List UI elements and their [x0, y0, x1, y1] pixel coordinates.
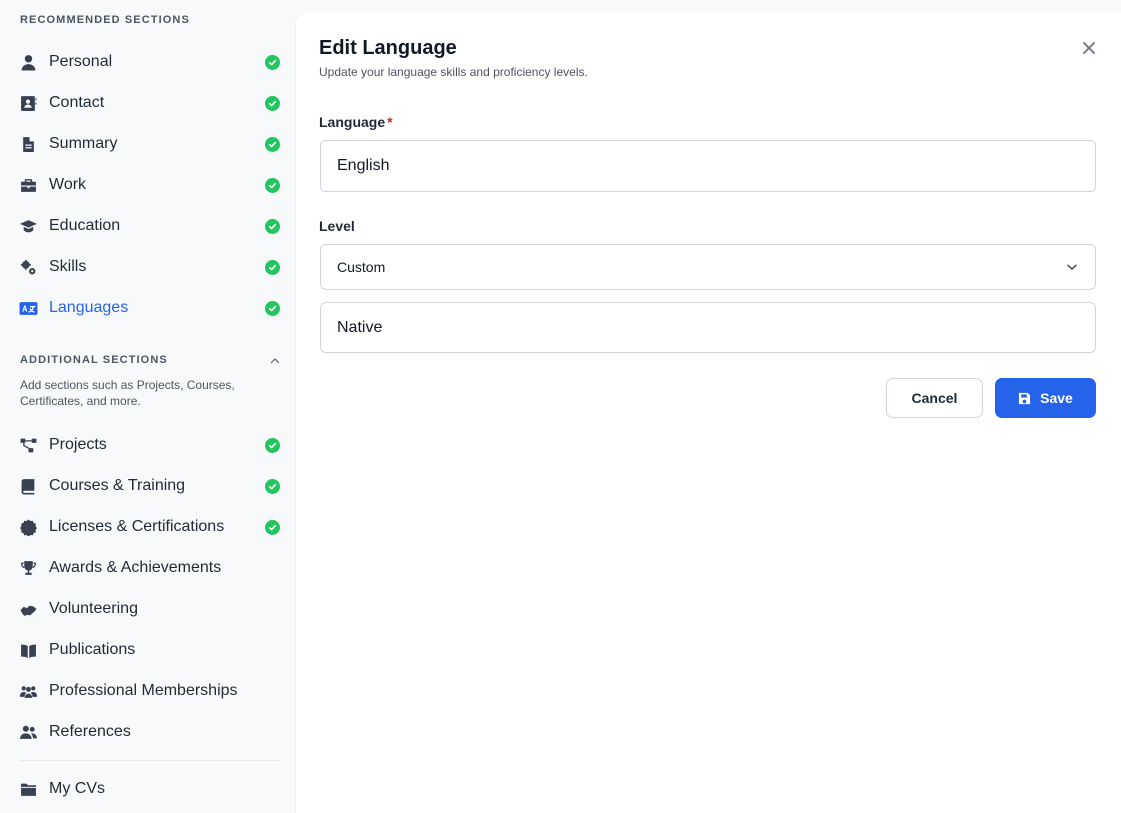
chevron-up-icon[interactable]	[268, 354, 282, 368]
sidebar-item-education[interactable]: Education	[18, 208, 282, 244]
sidebar-item-label: Summary	[49, 135, 118, 152]
sidebar-item-label: Skills	[49, 258, 87, 275]
level-select[interactable]: Custom	[320, 244, 1096, 290]
app-root: RECOMMENDED SECTIONS Personal Contact Su…	[0, 0, 1121, 813]
sidebar-item-my-cvs[interactable]: My CVs	[18, 771, 282, 807]
save-button-label: Save	[1040, 390, 1073, 406]
sidebar-item-label: Publications	[49, 641, 136, 658]
sidebar-item-skills[interactable]: Skills	[18, 249, 282, 285]
diagram-icon	[18, 435, 38, 455]
sidebar-item-personal[interactable]: Personal	[18, 44, 282, 80]
close-icon[interactable]	[1080, 39, 1098, 57]
open-book-icon	[18, 640, 38, 660]
edit-language-panel: Edit Language Update your language skill…	[296, 13, 1121, 813]
graduation-cap-icon	[18, 216, 38, 236]
certificate-icon	[18, 517, 38, 537]
sidebar-item-label: My CVs	[49, 780, 105, 797]
sidebar-item-volunteering[interactable]: Volunteering	[18, 591, 282, 627]
sidebar: RECOMMENDED SECTIONS Personal Contact Su…	[0, 0, 296, 813]
sidebar-item-label: Awards & Achievements	[49, 559, 222, 576]
sidebar-divider	[20, 760, 280, 761]
level-select-value: Custom	[337, 259, 386, 275]
language-input[interactable]	[320, 140, 1096, 192]
save-icon	[1019, 392, 1031, 404]
completed-check-icon	[265, 300, 280, 316]
completed-check-icon	[265, 95, 280, 111]
sidebar-item-summary[interactable]: Summary	[18, 126, 282, 162]
chevron-down-icon	[1065, 260, 1079, 274]
document-icon	[18, 134, 38, 154]
additional-sections-heading: ADDITIONAL SECTIONS	[20, 354, 168, 366]
language-icon	[18, 298, 38, 318]
completed-check-icon	[265, 136, 280, 152]
completed-check-icon	[265, 437, 280, 453]
sidebar-item-label: Contact	[49, 94, 105, 111]
sidebar-item-professional-memberships[interactable]: Professional Memberships	[18, 673, 282, 709]
people-group-icon	[18, 681, 38, 701]
contact-card-icon	[18, 93, 38, 113]
recommended-sections-heading: RECOMMENDED SECTIONS	[20, 14, 190, 26]
sidebar-item-languages[interactable]: Languages	[18, 290, 282, 326]
sidebar-item-work[interactable]: Work	[18, 167, 282, 203]
user-icon	[18, 52, 38, 72]
sidebar-item-publications[interactable]: Publications	[18, 632, 282, 668]
sidebar-item-label: Projects	[49, 436, 107, 453]
completed-check-icon	[265, 218, 280, 234]
sidebar-item-label: Courses & Training	[49, 477, 186, 494]
sidebar-item-references[interactable]: References	[18, 714, 282, 750]
language-field-label: Language *	[319, 114, 393, 130]
folder-icon	[18, 779, 38, 799]
sidebar-item-contact[interactable]: Contact	[18, 85, 282, 121]
completed-check-icon	[265, 478, 280, 494]
sidebar-item-projects[interactable]: Projects	[18, 427, 282, 463]
sidebar-item-label: Professional Memberships	[49, 682, 238, 699]
custom-level-input[interactable]	[320, 302, 1096, 353]
sidebar-item-label: Education	[49, 217, 121, 234]
sidebar-item-label: Work	[49, 176, 87, 193]
language-label-text: Language	[319, 114, 386, 130]
completed-check-icon	[265, 177, 280, 193]
gears-icon	[18, 257, 38, 277]
trophy-icon	[18, 558, 38, 578]
sidebar-item-courses-training[interactable]: Courses & Training	[18, 468, 282, 504]
book-icon	[18, 476, 38, 496]
sidebar-item-awards-achievements[interactable]: Awards & Achievements	[18, 550, 282, 586]
users-icon	[18, 722, 38, 742]
page-title: Edit Language	[319, 37, 457, 59]
sidebar-item-label: Languages	[49, 299, 129, 316]
level-field-label: Level	[319, 218, 355, 234]
cancel-button-label: Cancel	[911, 390, 958, 406]
sidebar-item-label: References	[49, 723, 131, 740]
sidebar-item-label: Volunteering	[49, 600, 138, 617]
completed-check-icon	[265, 259, 280, 275]
briefcase-icon	[18, 175, 38, 195]
cancel-button[interactable]: Cancel	[886, 378, 983, 418]
additional-sections-description: Add sections such as Projects, Courses, …	[20, 378, 235, 408]
save-button[interactable]: Save	[995, 378, 1096, 418]
handshake-icon	[18, 599, 38, 619]
sidebar-item-label: Licenses & Certifications	[49, 518, 225, 535]
sidebar-item-label: Personal	[49, 53, 113, 70]
completed-check-icon	[265, 519, 280, 535]
sidebar-item-licenses-certifications[interactable]: Licenses & Certifications	[18, 509, 282, 545]
required-marker: *	[387, 114, 393, 130]
page-subtitle: Update your language skills and proficie…	[319, 65, 588, 79]
completed-check-icon	[265, 54, 280, 70]
